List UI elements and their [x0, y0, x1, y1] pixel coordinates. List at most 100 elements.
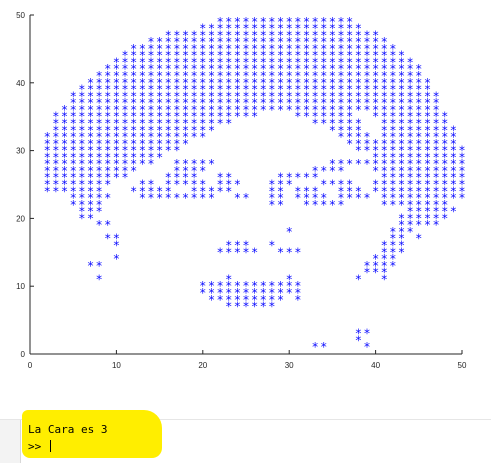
data-point: *: [191, 191, 197, 205]
data-point: *: [390, 198, 396, 212]
data-point: *: [312, 171, 318, 185]
data-point: *: [217, 184, 223, 198]
data-point: *: [278, 245, 284, 259]
data-point: *: [321, 164, 327, 178]
data-point: *: [113, 171, 119, 185]
data-point: *: [407, 225, 413, 239]
data-point: *: [450, 191, 456, 205]
data-point: *: [96, 272, 102, 286]
data-point: *: [381, 272, 387, 286]
x-tick-label: 20: [198, 361, 207, 370]
command-window[interactable]: La Cara es 3 >>: [0, 410, 491, 463]
data-point: *: [364, 157, 370, 171]
data-point: *: [105, 191, 111, 205]
data-point: *: [131, 164, 137, 178]
data-point: *: [183, 178, 189, 192]
data-point: *: [312, 198, 318, 212]
data-point: *: [364, 340, 370, 354]
data-point: *: [312, 340, 318, 354]
data-point: *: [286, 225, 292, 239]
data-point: *: [96, 259, 102, 273]
y-tick-label: 20: [16, 214, 25, 223]
data-point: *: [347, 191, 353, 205]
data-point: *: [278, 198, 284, 212]
data-point: *: [252, 110, 258, 124]
data-point: *: [286, 178, 292, 192]
data-point: *: [329, 178, 335, 192]
data-point: *: [355, 157, 361, 171]
data-point: *: [62, 184, 68, 198]
data-point: *: [148, 191, 154, 205]
data-point: *: [364, 327, 370, 341]
data-point: *: [424, 218, 430, 232]
data-point: *: [364, 144, 370, 158]
data-point: *: [200, 130, 206, 144]
data-point: *: [399, 245, 405, 259]
data-point: *: [113, 239, 119, 253]
data-point: *: [269, 239, 275, 253]
y-tick-label: 50: [16, 11, 25, 20]
y-tick-label: 40: [16, 79, 25, 88]
data-point: *: [399, 198, 405, 212]
data-point: *: [234, 245, 240, 259]
data-point: *: [329, 164, 335, 178]
x-tick-label: 10: [112, 361, 121, 370]
data-point: *: [208, 191, 214, 205]
data-point: *: [70, 198, 76, 212]
data-point: *: [450, 205, 456, 219]
data-point: *: [278, 293, 284, 307]
data-point: *: [347, 157, 353, 171]
y-tick-label: 0: [21, 350, 26, 359]
data-point: *: [373, 266, 379, 280]
data-point: *: [312, 116, 318, 130]
data-point: *: [191, 130, 197, 144]
data-point: *: [217, 293, 223, 307]
scatter-plot: 0 10 20 30 40 5001020304050 * * * * * * * * * * * * * * * ** *…: [16, 11, 467, 370]
data-point: *: [269, 300, 275, 314]
data-point: *: [139, 191, 145, 205]
console-prompt-line[interactable]: >>: [28, 440, 51, 453]
data-point: *: [364, 191, 370, 205]
data-point: *: [295, 191, 301, 205]
data-point: *: [355, 333, 361, 347]
data-point: *: [105, 178, 111, 192]
data-point: *: [260, 103, 266, 117]
data-point: *: [286, 245, 292, 259]
data-point: *: [442, 211, 448, 225]
data-point: *: [87, 211, 93, 225]
data-point: *: [338, 164, 344, 178]
data-point: *: [234, 191, 240, 205]
data-point: *: [157, 150, 163, 164]
data-point: *: [373, 184, 379, 198]
data-point: *: [217, 245, 223, 259]
console-output-line: La Cara es 3: [28, 423, 108, 436]
text-caret: [49, 440, 51, 452]
data-point: *: [303, 110, 309, 124]
data-point: *: [286, 103, 292, 117]
data-point: *: [321, 116, 327, 130]
data-point: *: [217, 116, 223, 130]
data-point: *: [131, 184, 137, 198]
figure-window: 0 10 20 30 40 50 0 10 20 30 40 50 * * * * * * * * * * * * * * * * * *…: [0, 0, 491, 395]
data-point: *: [183, 137, 189, 151]
data-point: *: [295, 293, 301, 307]
data-point: *: [364, 103, 370, 117]
data-point: *: [269, 198, 275, 212]
data-point: *: [174, 178, 180, 192]
data-point: *: [303, 171, 309, 185]
y-tick-label: 30: [16, 147, 25, 156]
data-point: *: [416, 232, 422, 246]
data-point: *: [87, 259, 93, 273]
data-point: *: [260, 300, 266, 314]
data-point: *: [174, 191, 180, 205]
data-point: *: [295, 171, 301, 185]
data-point: *: [416, 218, 422, 232]
data-point: *: [96, 205, 102, 219]
data-point: *: [303, 198, 309, 212]
data-point: *: [243, 191, 249, 205]
data-point: *: [321, 178, 327, 192]
data-point: *: [355, 144, 361, 158]
data-point: *: [381, 198, 387, 212]
data-point: *: [433, 218, 439, 232]
data-point: *: [200, 286, 206, 300]
